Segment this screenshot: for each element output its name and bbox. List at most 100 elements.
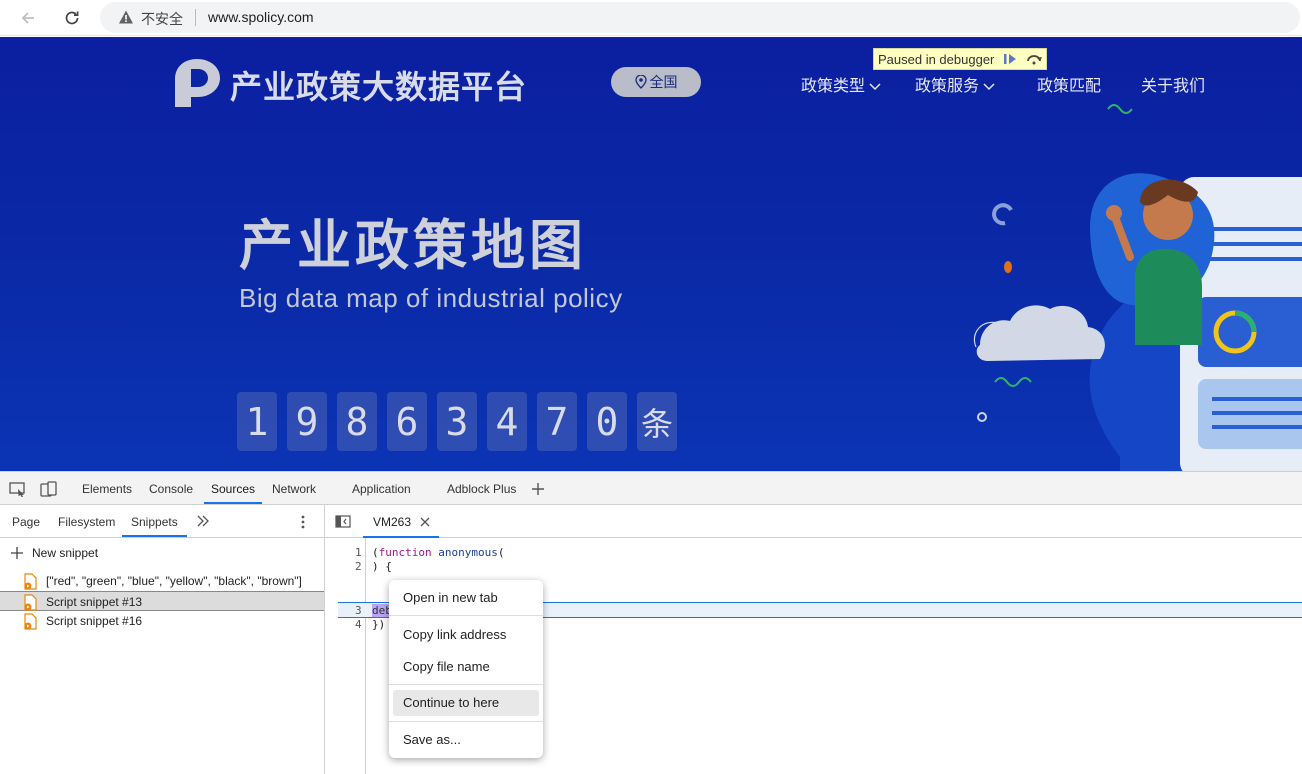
snippet-item[interactable]: Script snippet #16 [0, 611, 324, 631]
device-toolbar-icon[interactable] [40, 481, 58, 497]
region-selector[interactable]: 全国 [611, 67, 701, 97]
menu-item-label: Copy link address [403, 627, 507, 642]
menu-save-as[interactable]: Save as... [393, 727, 539, 753]
reload-button[interactable] [59, 5, 85, 31]
warning-icon[interactable] [118, 9, 134, 25]
snippet-label: Script snippet #13 [46, 595, 143, 609]
region-label: 全国 [649, 74, 678, 90]
menu-item-label: Copy file name [403, 659, 490, 674]
navtab-snippets[interactable]: Snippets [131, 515, 178, 529]
resume-icon [1004, 54, 1016, 64]
counter-digit: 1 [237, 392, 277, 451]
snippet-item-selected[interactable]: Script snippet #13 [0, 591, 324, 611]
step-over-button[interactable] [1024, 51, 1044, 67]
navigator-tabbar: Page Filesystem Snippets [0, 505, 325, 538]
reload-icon [65, 11, 79, 25]
tab-console[interactable]: Console [149, 482, 193, 496]
counter-digit: 7 [537, 392, 577, 451]
more-tabs-chevron-icon[interactable] [196, 515, 210, 527]
line-number[interactable]: 3 [355, 604, 362, 617]
code-line-1[interactable]: (function anonymous( [372, 546, 504, 559]
nav-label: 政策类型 [801, 78, 866, 95]
line-number[interactable]: 1 [355, 546, 362, 559]
devtools-panel: Elements Console Sources Network Applica… [0, 471, 1302, 774]
snippet-label: Script snippet #16 [46, 614, 143, 628]
menu-divider [389, 615, 543, 616]
new-snippet-label: New snippet [32, 546, 99, 560]
line-number[interactable]: 2 [355, 560, 362, 573]
editor-tabbar: VM263 [325, 505, 1302, 538]
nav-policy-match[interactable]: 政策匹配 [1037, 72, 1101, 96]
location-pin-icon [634, 75, 647, 89]
snippet-file-icon [24, 594, 37, 611]
sources-navigator: Page Filesystem Snippets New snippet ["r… [0, 505, 325, 774]
tab-network[interactable]: Network [272, 482, 316, 496]
menu-copy-link-address[interactable]: Copy link address [393, 622, 539, 648]
menu-divider [389, 684, 543, 685]
security-label[interactable]: 不安全 [141, 9, 183, 29]
editor-tab-vm263[interactable]: VM263 [363, 505, 439, 538]
devtools-tabbar: Elements Console Sources Network Applica… [0, 472, 1302, 505]
menu-item-label: Open in new tab [403, 590, 498, 605]
resume-button[interactable] [1000, 51, 1020, 67]
chevron-down-icon [983, 83, 995, 91]
active-navtab-indicator [122, 535, 187, 537]
plus-icon [11, 547, 23, 559]
menu-continue-to-here[interactable]: Continue to here [393, 690, 539, 716]
step-over-icon [1027, 55, 1042, 65]
close-tab-icon[interactable] [420, 517, 430, 527]
debugger-paused-overlay: Paused in debugger [873, 48, 1047, 70]
add-tab-icon[interactable] [530, 481, 546, 497]
line-number[interactable]: 4 [355, 618, 362, 631]
navtab-filesystem[interactable]: Filesystem [58, 515, 115, 529]
tab-elements[interactable]: Elements [82, 482, 132, 496]
browser-toolbar: 不安全 www.spolicy.com [0, 0, 1302, 36]
snippet-item[interactable]: ["red", "green", "blue", "yellow", "blac… [0, 571, 324, 591]
back-button[interactable] [15, 5, 41, 31]
line-number-gutter [325, 538, 366, 774]
website-banner: 产业政策大数据平台 全国 政策类型 政策服务 政策匹配 关于我们 Paused … [0, 37, 1302, 471]
active-tab-indicator [204, 502, 262, 504]
nav-label: 政策服务 [915, 78, 980, 95]
snippet-label: ["red", "green", "blue", "yellow", "blac… [46, 574, 302, 588]
hero-illustration [940, 97, 1302, 471]
address-divider [195, 9, 196, 26]
tab-adblock-plus[interactable]: Adblock Plus [447, 482, 516, 496]
policy-counter: 1 9 8 6 3 4 7 0 条 [237, 392, 677, 451]
code-line-2[interactable]: ) { [372, 560, 392, 573]
counter-unit: 条 [637, 392, 677, 451]
counter-digit: 0 [587, 392, 627, 451]
tab-sources[interactable]: Sources [211, 482, 255, 496]
nav-about-us[interactable]: 关于我们 [1141, 72, 1205, 96]
snippet-file-icon [24, 573, 37, 590]
navtab-page[interactable]: Page [12, 515, 40, 529]
debugger-paused-label: Paused in debugger [878, 52, 995, 67]
more-options-icon[interactable] [299, 514, 307, 530]
new-snippet-button[interactable]: New snippet [10, 546, 98, 560]
tab-application[interactable]: Application [352, 482, 411, 496]
menu-item-label: Save as... [403, 732, 461, 747]
nav-policy-service[interactable]: 政策服务 [915, 72, 995, 96]
code-function-name: anonymous [438, 546, 498, 559]
menu-open-in-new-tab[interactable]: Open in new tab [393, 585, 539, 611]
counter-digit: 6 [387, 392, 427, 451]
code-line-4[interactable]: }) [372, 618, 385, 631]
menu-copy-file-name[interactable]: Copy file name [393, 654, 539, 680]
url-text[interactable]: www.spolicy.com [208, 9, 314, 25]
nav-policy-type[interactable]: 政策类型 [801, 72, 881, 96]
hero-subtitle: Big data map of industrial policy [239, 283, 623, 313]
menu-item-label: Continue to here [403, 695, 500, 710]
logo-text[interactable]: 产业政策大数据平台 [230, 62, 527, 108]
snippet-file-icon [24, 613, 37, 630]
chevron-down-icon [869, 83, 881, 91]
toggle-navigator-icon[interactable] [335, 515, 351, 528]
code-keyword: function [378, 546, 432, 559]
hero-title: 产业政策地图 [239, 216, 587, 276]
menu-divider [389, 721, 543, 722]
counter-digit: 9 [287, 392, 327, 451]
logo-p-icon[interactable] [171, 57, 223, 109]
back-arrow-icon [21, 12, 34, 24]
counter-digit: 4 [487, 392, 527, 451]
counter-digit: 3 [437, 392, 477, 451]
inspect-element-icon[interactable] [9, 481, 27, 497]
